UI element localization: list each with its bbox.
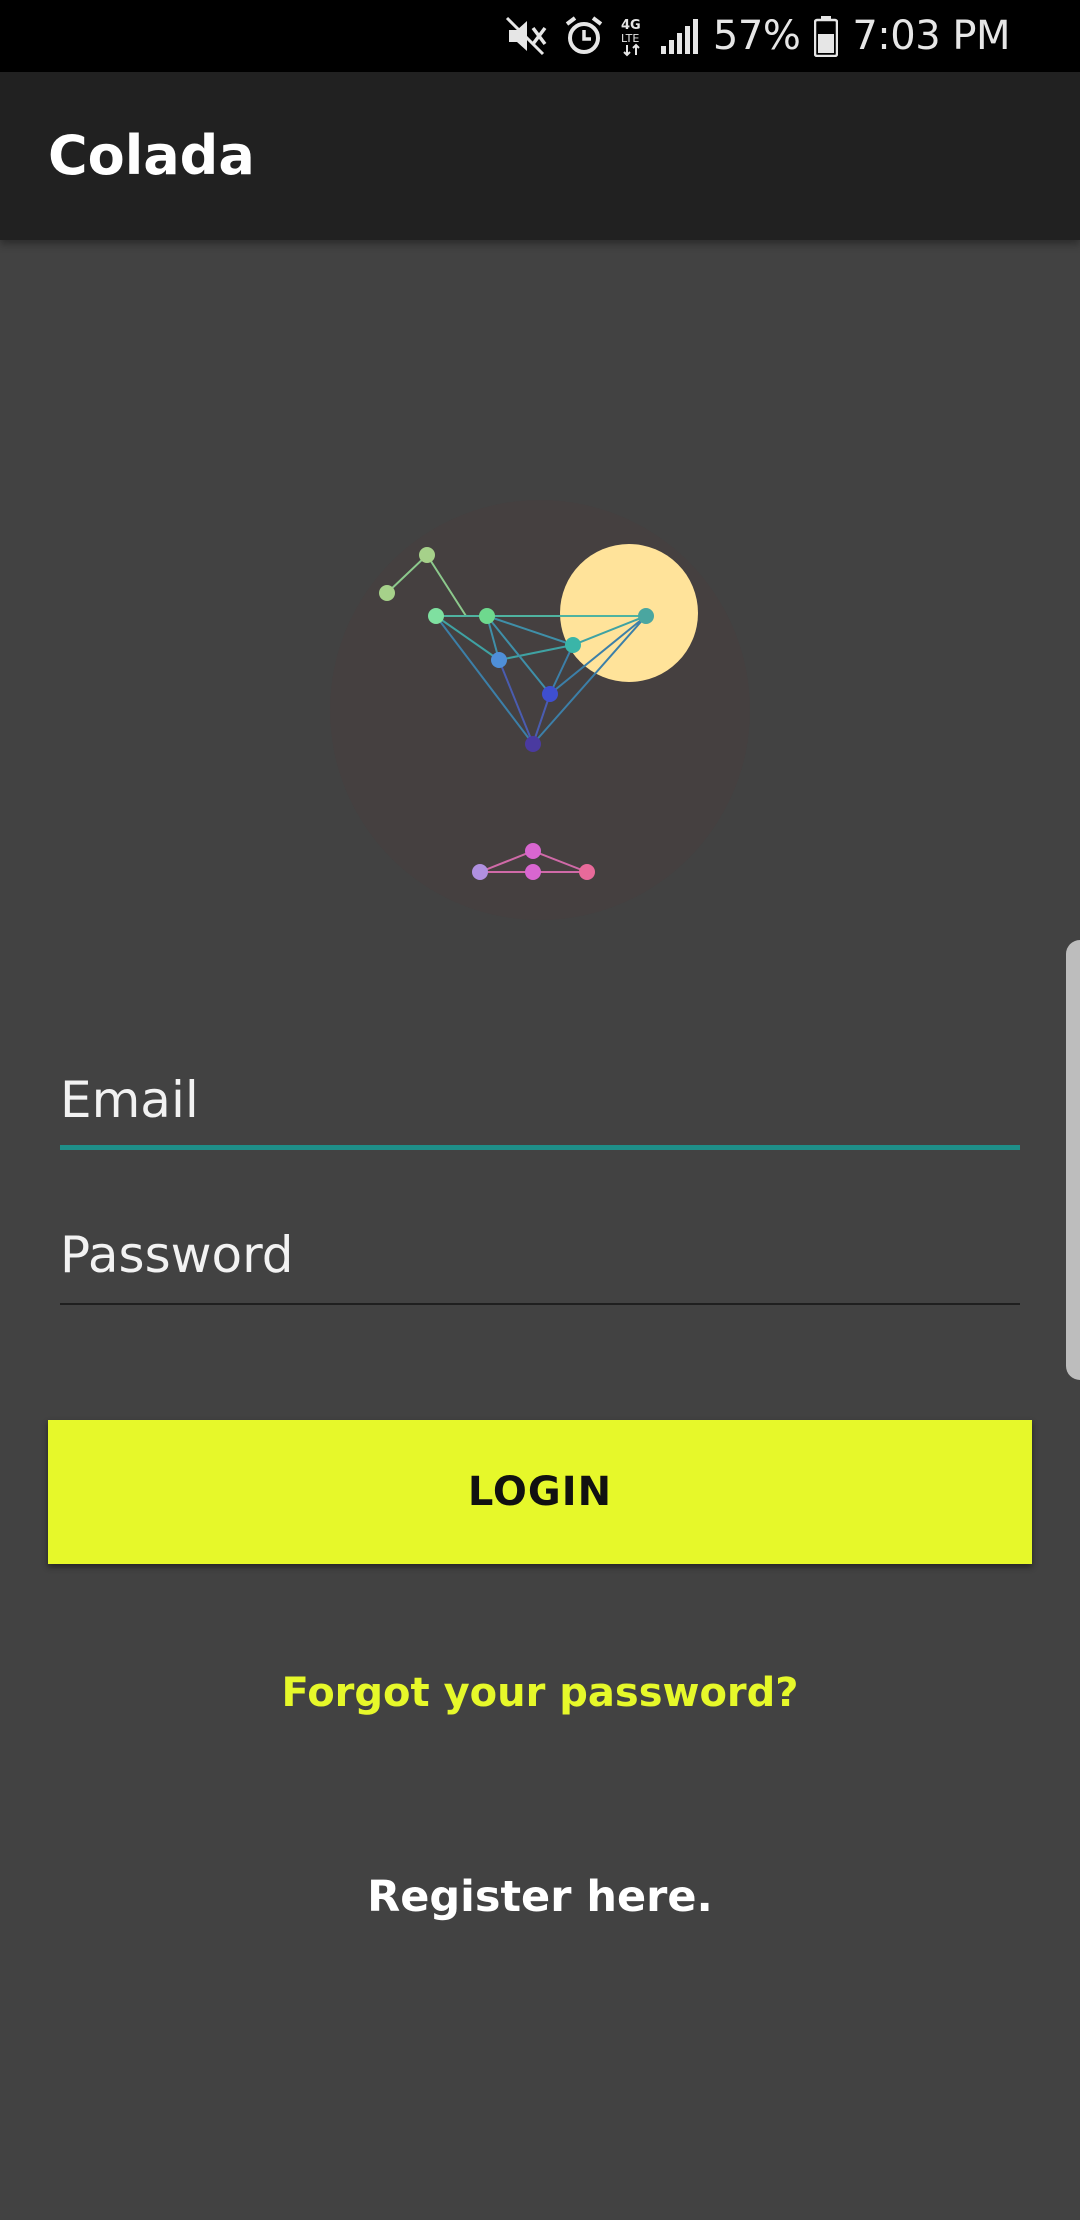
svg-text:LTE: LTE	[621, 32, 639, 45]
status-bar: 4G LTE 57% 7:03 PM	[0, 0, 1080, 72]
alarm-icon	[563, 15, 605, 57]
battery-icon	[814, 15, 839, 57]
register-link[interactable]: Register here.	[0, 1872, 1080, 1922]
signal-icon	[659, 16, 699, 56]
email-underline	[60, 1145, 1020, 1150]
email-field[interactable]	[60, 1060, 1020, 1140]
lte-data-icon: 4G LTE	[619, 15, 645, 57]
login-button[interactable]: LOGIN	[48, 1420, 1032, 1564]
app-bar: Colada	[0, 72, 1080, 240]
cocktail-glass-constellation-icon	[330, 500, 750, 920]
forgot-password-link[interactable]: Forgot your password?	[0, 1670, 1080, 1716]
password-field-container	[60, 1215, 1020, 1305]
password-field[interactable]	[60, 1215, 1020, 1295]
password-underline	[60, 1303, 1020, 1305]
app-logo	[330, 500, 750, 920]
battery-percent: 57%	[712, 13, 801, 59]
email-field-container	[60, 1060, 1020, 1150]
app-title: Colada	[48, 124, 255, 187]
mute-icon	[505, 16, 549, 56]
scrollbar-handle[interactable]	[1066, 940, 1080, 1380]
status-icons: 4G LTE 57% 7:03 PM	[505, 0, 1010, 72]
clock: 7:03 PM	[852, 13, 1010, 59]
svg-text:4G: 4G	[621, 18, 641, 33]
